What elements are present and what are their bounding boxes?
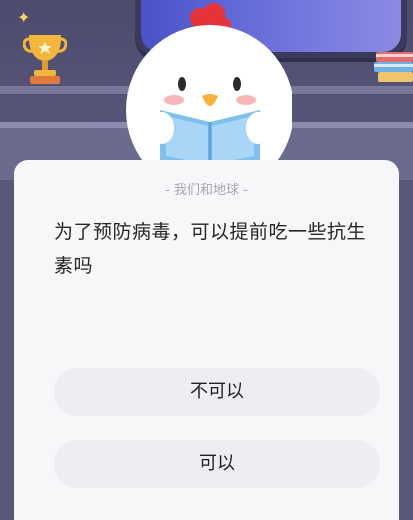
header-illustration: ✦: [0, 0, 413, 180]
option-button-1[interactable]: 不可以: [54, 368, 380, 416]
sparkle-icon: ✦: [17, 8, 31, 27]
books-icon: [374, 52, 413, 82]
trophy-icon: [23, 35, 67, 84]
question-text: 为了预防病毒，可以提前吃一些抗生素吗: [54, 221, 367, 277]
option-button-2[interactable]: 可以: [54, 440, 380, 488]
chick-mascot: [126, 3, 292, 180]
category-label: - 我们和地球 -: [165, 183, 248, 198]
